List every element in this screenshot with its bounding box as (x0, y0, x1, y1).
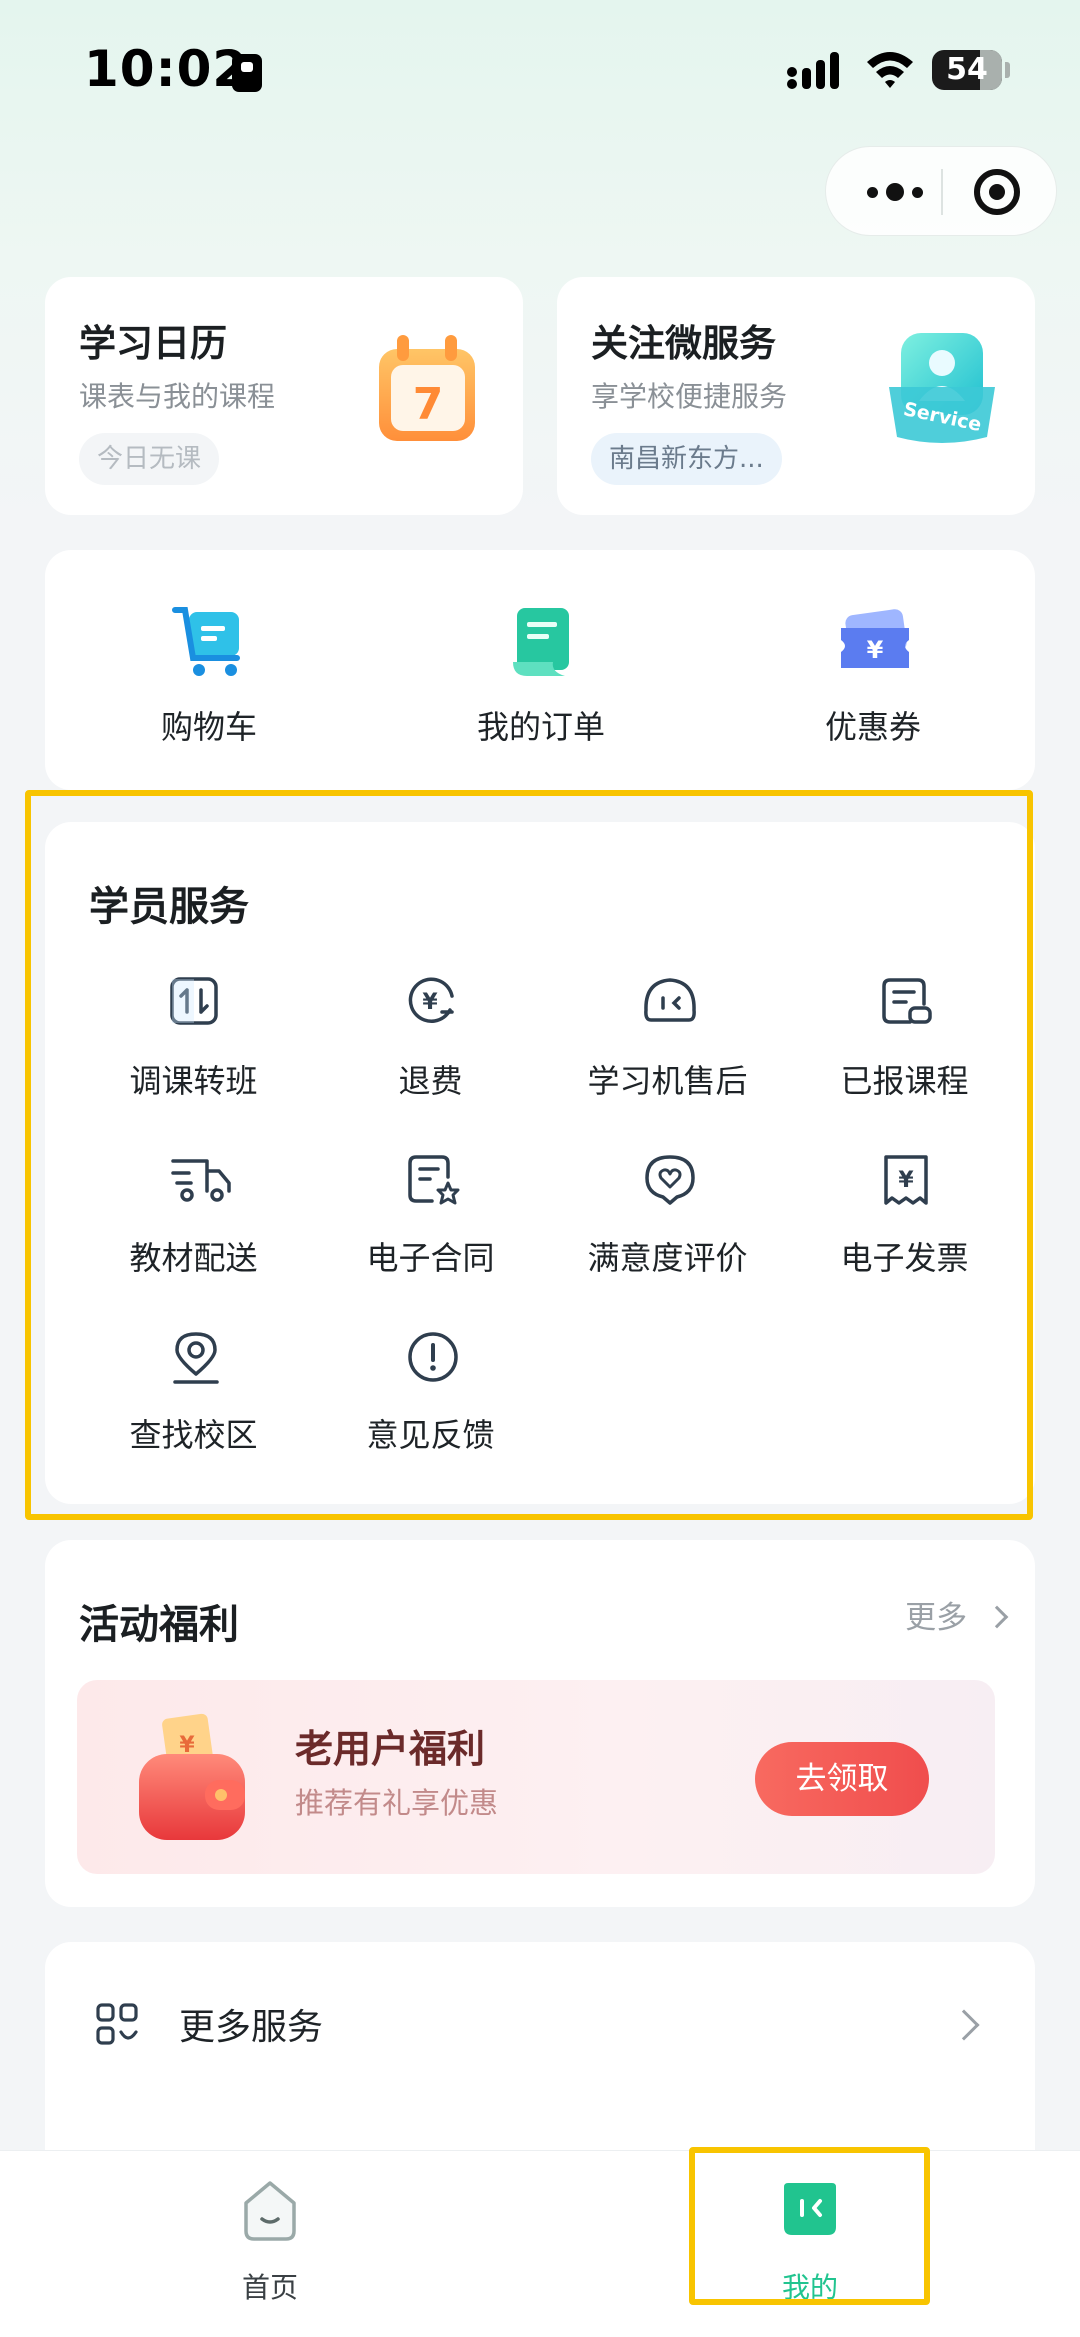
service-item-transfer-class[interactable]: 调课转班 (75, 976, 312, 1126)
shopping-cart-label: 购物车 (160, 708, 257, 746)
wechat-service-card[interactable]: 关注微服务 享学校便捷服务 南昌新东方... Service (557, 277, 1035, 515)
tab-home-label: 首页 (241, 2271, 298, 2304)
more-link-label: 更多 (905, 1600, 968, 1636)
bottom-tab-bar: 首页 我的 (0, 2150, 1080, 2337)
chevron-right-icon (985, 1605, 1009, 1629)
svg-text:¥: ¥ (898, 1168, 914, 1193)
more-services-label: 更多服务 (179, 2007, 324, 2048)
activity-benefits-title: 活动福利 (79, 1602, 239, 1648)
order-document-icon (513, 608, 569, 676)
chevron-right-icon (948, 2009, 980, 2041)
activity-benefits-card: 活动福利 更多 ¥ 老用户福利 推荐有礼享优惠 去领取 (45, 1540, 1035, 1907)
service-item-find-campus[interactable]: 查找校区 (75, 1330, 312, 1480)
service-item-feedback[interactable]: 意见反馈 (312, 1330, 549, 1480)
refund-icon: ¥ (408, 977, 454, 1023)
calendar-icon: 7 (379, 335, 475, 441)
battery-level: 54 (946, 52, 988, 87)
battery-cap (1005, 62, 1010, 78)
status-time: 10:02 (84, 40, 249, 98)
svg-text:¥: ¥ (867, 636, 884, 664)
school-name-chip: 南昌新东方... (591, 433, 782, 485)
service-badge-icon: Service (889, 333, 995, 443)
svg-text:¥: ¥ (422, 990, 438, 1015)
capsule-divider (941, 169, 943, 215)
my-orders-label: 我的订单 (476, 708, 605, 746)
more-options-icon[interactable] (850, 147, 940, 237)
claim-button[interactable]: 去领取 (755, 1742, 929, 1816)
invoice-icon: ¥ (884, 1155, 928, 1205)
coupon-icon: ¥ (841, 609, 909, 668)
promo-subtitle: 推荐有礼享优惠 (295, 1786, 499, 1820)
tab-mine[interactable]: 我的 (690, 2171, 930, 2321)
status-bar: 10:02 54 (0, 0, 1080, 140)
wifi-icon (867, 52, 913, 88)
service-label: 电子合同 (366, 1239, 495, 1277)
grid-menu-icon (96, 2003, 138, 2045)
service-item-e-invoice[interactable]: ¥ 电子发票 (786, 1153, 1023, 1303)
student-services-title: 学员服务 (89, 884, 249, 930)
service-label: 已报课程 (840, 1062, 969, 1100)
service-label: 意见反馈 (366, 1416, 495, 1454)
service-label: 退费 (398, 1062, 463, 1100)
service-item-device-aftersales[interactable]: 学习机售后 (549, 976, 786, 1126)
device-aftersales-icon (644, 978, 696, 1022)
delivery-truck-icon (171, 1159, 231, 1202)
activity-more-link[interactable]: 更多 (905, 1592, 1009, 1637)
wechat-service-subtitle: 享学校便捷服务 (591, 380, 788, 413)
old-user-promo-banner[interactable]: ¥ 老用户福利 推荐有礼享优惠 去领取 (77, 1680, 995, 1874)
close-miniprogram-icon[interactable] (974, 169, 1020, 215)
feedback-icon (408, 1332, 458, 1382)
shopping-cart-icon (172, 607, 240, 676)
signal-icon (787, 52, 839, 89)
service-item-satisfaction-review[interactable]: 满意度评价 (549, 1153, 786, 1303)
student-services-card: 学员服务 调课转班 ¥ 退费 学习机售后 已报课程 教材配送 电子合同 满意度评… (45, 822, 1035, 1504)
wechat-service-title: 关注微服务 (591, 322, 776, 365)
calendar-art-number: 7 (413, 379, 444, 430)
tab-mine-label: 我的 (781, 2271, 838, 2304)
study-calendar-subtitle: 课表与我的课程 (79, 380, 276, 413)
heart-chat-icon (645, 1155, 695, 1205)
swap-class-icon (170, 977, 218, 1025)
orientation-lock-icon (232, 54, 262, 92)
quick-actions-card: 购物车 我的订单 ¥ 优惠券 (45, 550, 1035, 790)
location-pin-icon (173, 1332, 219, 1384)
service-label: 调课转班 (129, 1062, 258, 1100)
red-wallet-icon: ¥ (139, 1713, 245, 1840)
study-calendar-title: 学习日历 (79, 322, 227, 365)
enrolled-courses-icon (882, 978, 932, 1024)
today-status-chip: 今日无课 (79, 433, 220, 485)
miniprogram-capsule (825, 146, 1057, 236)
battery-indicator: 54 (932, 50, 1002, 90)
contract-icon (408, 1155, 460, 1205)
service-item-refund[interactable]: ¥ 退费 (312, 976, 549, 1126)
promo-title: 老用户福利 (295, 1727, 486, 1771)
study-calendar-card[interactable]: 学习日历 课表与我的课程 今日无课 7 (45, 277, 523, 515)
mine-icon (784, 2183, 836, 2235)
home-icon (244, 2181, 296, 2241)
service-label: 查找校区 (129, 1416, 258, 1454)
service-label: 学习机售后 (587, 1062, 748, 1100)
service-item-e-contract[interactable]: 电子合同 (312, 1153, 549, 1303)
service-label: 满意度评价 (587, 1239, 748, 1277)
service-item-enrolled-courses[interactable]: 已报课程 (786, 976, 1023, 1126)
service-item-material-delivery[interactable]: 教材配送 (75, 1153, 312, 1303)
tab-home[interactable]: 首页 (150, 2171, 390, 2321)
service-label: 电子发票 (840, 1239, 969, 1277)
coupon-label: 优惠券 (824, 708, 921, 746)
service-label: 教材配送 (129, 1239, 258, 1277)
